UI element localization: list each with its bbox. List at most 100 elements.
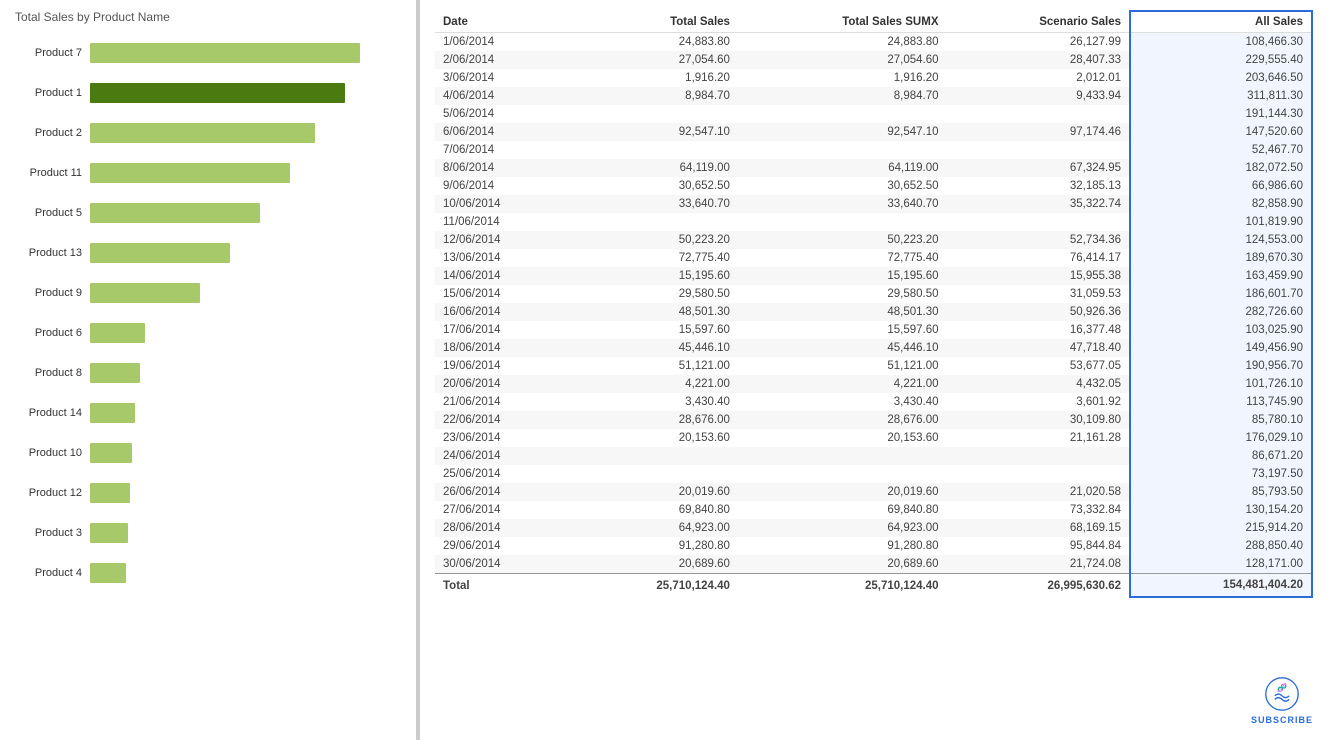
table-cell: 4,221.00: [572, 375, 738, 393]
bar: [90, 123, 315, 143]
table-cell: 91,280.80: [572, 537, 738, 555]
chart-row: Product 12: [15, 474, 406, 512]
data-table: DateTotal SalesTotal Sales SUMXScenario …: [435, 10, 1313, 598]
chart-row: Product 14: [15, 394, 406, 432]
table-cell: 149,456.90: [1130, 339, 1312, 357]
table-cell: [738, 105, 947, 123]
table-cell: 15,597.60: [572, 321, 738, 339]
bar-container: [90, 41, 406, 65]
table-cell: 28,676.00: [572, 411, 738, 429]
table-cell: 20,153.60: [738, 429, 947, 447]
table-cell: 203,646.50: [1130, 69, 1312, 87]
table-row: 20/06/20144,221.004,221.004,432.05101,72…: [435, 375, 1312, 393]
chart-row: Product 3: [15, 514, 406, 552]
table-row: 8/06/201464,119.0064,119.0067,324.95182,…: [435, 159, 1312, 177]
table-row: 9/06/201430,652.5030,652.5032,185.1366,9…: [435, 177, 1312, 195]
table-cell: [572, 447, 738, 465]
table-cell: 30/06/2014: [435, 555, 572, 574]
chart-product-label: Product 5: [15, 207, 90, 219]
subscribe-icon: 🧬: [1264, 676, 1300, 712]
table-row: 23/06/201420,153.6020,153.6021,161.28176…: [435, 429, 1312, 447]
table-cell: 20,019.60: [738, 483, 947, 501]
table-cell: 47,718.40: [947, 339, 1131, 357]
table-cell: [947, 141, 1131, 159]
table-cell: 20/06/2014: [435, 375, 572, 393]
table-footer-cell: 25,710,124.40: [572, 574, 738, 598]
chart-row: Product 5: [15, 194, 406, 232]
table-row: 24/06/201486,671.20: [435, 447, 1312, 465]
table-cell: 29,580.50: [572, 285, 738, 303]
bar-container: [90, 481, 406, 505]
chart-product-label: Product 9: [15, 287, 90, 299]
table-cell: 113,745.90: [1130, 393, 1312, 411]
table-row: 19/06/201451,121.0051,121.0053,677.05190…: [435, 357, 1312, 375]
table-cell: 76,414.17: [947, 249, 1131, 267]
table-header-all-sales: All Sales: [1130, 11, 1312, 33]
table-row: 14/06/201415,195.6015,195.6015,955.38163…: [435, 267, 1312, 285]
table-cell: 124,553.00: [1130, 231, 1312, 249]
chart-product-label: Product 10: [15, 447, 90, 459]
table-header-date: Date: [435, 11, 572, 33]
bar-container: [90, 241, 406, 265]
chart-row: Product 9: [15, 274, 406, 312]
table-cell: 2,012.01: [947, 69, 1131, 87]
chart-row: Product 7: [15, 34, 406, 72]
bar-container: [90, 521, 406, 545]
chart-title: Total Sales by Product Name: [15, 10, 406, 24]
table-panel: DateTotal SalesTotal Sales SUMXScenario …: [420, 0, 1328, 740]
table-cell: 215,914.20: [1130, 519, 1312, 537]
table-cell: 21,020.58: [947, 483, 1131, 501]
chart-product-label: Product 6: [15, 327, 90, 339]
table-cell: 27,054.60: [738, 51, 947, 69]
table-cell: 8/06/2014: [435, 159, 572, 177]
chart-row: Product 6: [15, 314, 406, 352]
chart-row: Product 8: [15, 354, 406, 392]
chart-row: Product 13: [15, 234, 406, 272]
table-cell: [572, 465, 738, 483]
table-row: 4/06/20148,984.708,984.709,433.94311,811…: [435, 87, 1312, 105]
table-row: 1/06/201424,883.8024,883.8026,127.99108,…: [435, 33, 1312, 52]
table-cell: 25/06/2014: [435, 465, 572, 483]
table-cell: 30,652.50: [738, 177, 947, 195]
table-cell: 30,652.50: [572, 177, 738, 195]
table-cell: 15,597.60: [738, 321, 947, 339]
table-cell: 21,161.28: [947, 429, 1131, 447]
table-cell: 101,726.10: [1130, 375, 1312, 393]
table-cell: 1,916.20: [572, 69, 738, 87]
chart-row: Product 4: [15, 554, 406, 592]
svg-text:🧬: 🧬: [1277, 682, 1287, 693]
table-row: 29/06/201491,280.8091,280.8095,844.84288…: [435, 537, 1312, 555]
bar-container: [90, 361, 406, 385]
table-cell: 24,883.80: [572, 33, 738, 52]
table-row: 3/06/20141,916.201,916.202,012.01203,646…: [435, 69, 1312, 87]
table-cell: 21/06/2014: [435, 393, 572, 411]
table-cell: 22/06/2014: [435, 411, 572, 429]
table-cell: 189,670.30: [1130, 249, 1312, 267]
table-header-scenario-sales: Scenario Sales: [947, 11, 1131, 33]
table-cell: 24,883.80: [738, 33, 947, 52]
table-cell: 50,926.36: [947, 303, 1131, 321]
table-cell: 15,195.60: [738, 267, 947, 285]
bar: [90, 83, 345, 103]
table-cell: 72,775.40: [738, 249, 947, 267]
table-cell: 85,780.10: [1130, 411, 1312, 429]
subscribe-text: SUBSCRIBE: [1251, 715, 1313, 725]
chart-row: Product 2: [15, 114, 406, 152]
table-footer-cell: Total: [435, 574, 572, 598]
table-cell: 12/06/2014: [435, 231, 572, 249]
bar-container: [90, 161, 406, 185]
table-cell: 15,955.38: [947, 267, 1131, 285]
table-row: 6/06/201492,547.1092,547.1097,174.46147,…: [435, 123, 1312, 141]
bar: [90, 443, 132, 463]
table-cell: 14/06/2014: [435, 267, 572, 285]
table-cell: 163,459.90: [1130, 267, 1312, 285]
table-cell: [572, 213, 738, 231]
bar: [90, 43, 360, 63]
table-cell: 86,671.20: [1130, 447, 1312, 465]
table-cell: 67,324.95: [947, 159, 1131, 177]
table-cell: 311,811.30: [1130, 87, 1312, 105]
table-cell: 282,726.60: [1130, 303, 1312, 321]
table-cell: 2/06/2014: [435, 51, 572, 69]
table-cell: [738, 447, 947, 465]
table-cell: 73,332.84: [947, 501, 1131, 519]
